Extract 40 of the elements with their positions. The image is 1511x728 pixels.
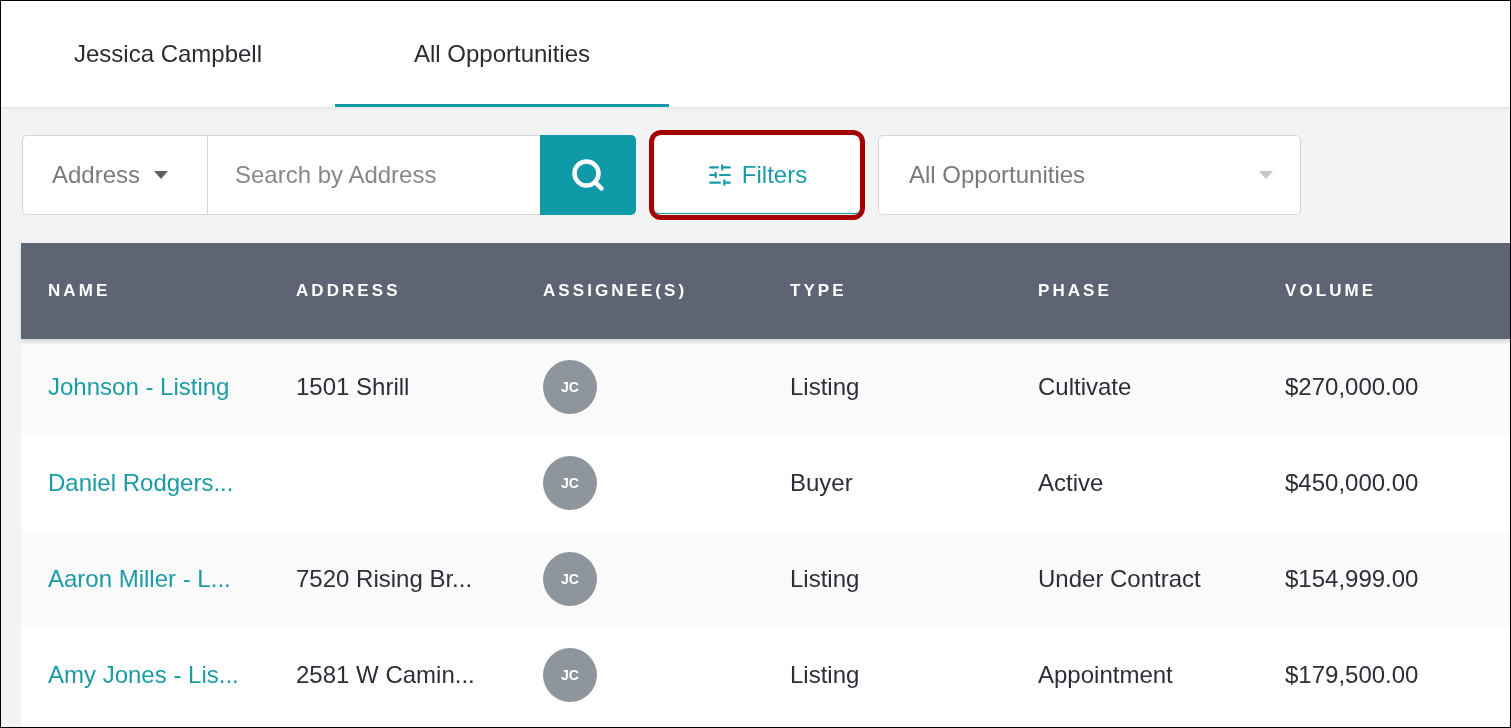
column-header: TYPE — [790, 281, 847, 301]
tab[interactable]: Jessica Campbell — [1, 1, 335, 107]
view-select[interactable]: All Opportunities — [878, 135, 1301, 215]
volume-text: $270,000.00 — [1285, 373, 1419, 400]
sliders-icon — [706, 161, 733, 188]
tab[interactable]: All Opportunities — [335, 1, 669, 107]
type-text: Listing — [790, 565, 860, 592]
assignee-avatar: JC — [543, 360, 597, 414]
opportunity-link[interactable]: Aaron Miller - L... — [48, 565, 231, 592]
search-icon — [570, 157, 606, 193]
column-header: VOLUME — [1285, 281, 1377, 301]
volume-text: $179,500.00 — [1285, 661, 1419, 688]
assignee-avatar: JC — [543, 456, 597, 510]
opportunity-link[interactable]: Daniel Rodgers... — [48, 469, 234, 496]
volume-text: $450,000.00 — [1285, 469, 1419, 496]
address-text: 1501 Shrill — [296, 373, 410, 400]
search-button[interactable] — [540, 135, 636, 215]
filters-button[interactable]: Filters — [655, 136, 859, 214]
column-header: ASSIGNEE(S) — [543, 281, 688, 301]
column-header: NAME — [48, 281, 111, 301]
phase-text: Under Contract — [1038, 565, 1201, 592]
opportunity-link[interactable]: Johnson - Listing — [48, 373, 230, 400]
address-text: 2581 W Camin... — [296, 661, 475, 688]
phase-text: Active — [1038, 469, 1104, 496]
volume-text: $154,999.00 — [1285, 565, 1419, 592]
assignee-avatar: JC — [543, 552, 597, 606]
type-text: Listing — [790, 661, 860, 688]
search-field[interactable]: Search by Address — [207, 135, 540, 215]
address-text: 7520 Rising Br... — [296, 565, 473, 592]
type-text: Listing — [790, 373, 860, 400]
assignee-avatar: JC — [543, 648, 597, 702]
caret-icon — [1259, 171, 1273, 179]
type-text: Buyer — [790, 469, 853, 496]
column-header: ADDRESS — [296, 281, 401, 301]
opportunity-link[interactable]: Amy Jones - Lis... — [48, 661, 239, 688]
phase-text: Cultivate — [1038, 373, 1132, 400]
caret-icon — [154, 171, 169, 179]
search-type-dropdown[interactable]: Address — [22, 135, 207, 215]
phase-text: Appointment — [1038, 661, 1173, 688]
column-header: PHASE — [1038, 281, 1112, 301]
